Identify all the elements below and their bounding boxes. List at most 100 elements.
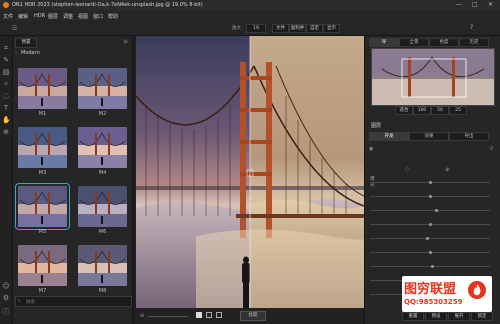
watermark: 图穷联盟 QQ:985303259 <box>402 276 492 312</box>
preset-label: M7 <box>38 288 47 294</box>
watermark-title: 图穷联盟 <box>404 282 457 297</box>
preset-label: M4 <box>98 170 107 176</box>
adjust-slider[interactable] <box>370 265 490 268</box>
tab-develop[interactable]: 开发 <box>369 132 409 141</box>
layers-section-label: 图层 <box>371 123 382 129</box>
minimize-button[interactable]: — <box>456 1 462 8</box>
retouch-tool-icon[interactable]: ✧ <box>2 80 10 88</box>
search-icon: ⌕ <box>18 298 21 304</box>
adjust-slider[interactable] <box>370 181 490 184</box>
zoom-tool-icon[interactable]: ⊕ <box>2 128 10 136</box>
view-button-1[interactable]: 文件 <box>272 24 289 33</box>
slider-knob[interactable] <box>428 223 432 226</box>
view-single-icon[interactable] <box>196 312 202 318</box>
preset-label: M1 <box>38 111 47 117</box>
preset-thumb-m7[interactable] <box>18 245 67 286</box>
adjust-slider[interactable] <box>370 195 490 198</box>
tab-navigator[interactable]: 导 <box>369 38 399 47</box>
adjust-slider[interactable] <box>370 223 490 226</box>
preset-thumb-m2[interactable] <box>78 68 127 109</box>
preset-thumb-m6[interactable] <box>78 186 127 227</box>
menu-layer[interactable]: 图层 <box>48 13 58 20</box>
lock-button[interactable]: 锁定 <box>471 312 493 321</box>
tab-panorama[interactable]: 全景 <box>399 38 429 47</box>
menu-adjust[interactable]: 调整 <box>63 13 73 20</box>
info-icon[interactable]: ⓘ <box>2 308 10 316</box>
tab-history[interactable]: 历史 <box>459 38 489 47</box>
title-bar: ON1 HDR 2023 (stephen-leonardi-Oa,k-7eN4… <box>0 0 500 10</box>
menu-file[interactable]: 文件 <box>3 13 13 20</box>
navigator-preview[interactable] <box>371 48 495 106</box>
menu-view[interactable]: 视图 <box>78 13 88 20</box>
flame-logo-icon <box>468 281 486 299</box>
nav-zoom-50[interactable]: 50 <box>431 106 449 115</box>
zoom-slider[interactable] <box>148 316 188 317</box>
hand-tool-icon[interactable]: ✋ <box>2 116 11 124</box>
adjust-slider[interactable] <box>370 209 490 212</box>
canvas-bottom-bar: ⊖ 比较 <box>136 308 364 324</box>
top-toolbar: ☰ 放大 19 文件 复制并 自定 显示 ? <box>0 21 500 36</box>
adjust-slider[interactable] <box>370 251 490 254</box>
compare-button[interactable]: 比较 <box>240 311 266 321</box>
erase-tool-icon[interactable]: ◌ <box>2 92 10 100</box>
text-tool-icon[interactable]: T <box>2 104 10 112</box>
view-sidebyside-icon[interactable] <box>216 312 222 318</box>
menu-window[interactable]: 窗口 <box>93 13 103 20</box>
nav-zoom-fit[interactable]: 适合 <box>395 106 413 115</box>
tool-strip: ⌗ ✎ ▧ ✧ ◌ T ✋ ⊕ ☺ ⚙ ⓘ <box>0 36 13 324</box>
reset-button[interactable]: 重置 <box>402 312 424 321</box>
view-split-icon[interactable] <box>206 312 212 318</box>
zoom-out-icon[interactable]: ⊖ <box>140 313 144 319</box>
preset-thumb-m3[interactable] <box>18 127 67 168</box>
menu-bar: 文件 编辑 HDR 图层 调整 视图 窗口 帮助 <box>0 10 500 21</box>
preset-tone-icon[interactable]: ◇ <box>405 166 410 173</box>
user-icon[interactable]: ☺ <box>2 282 10 290</box>
slider-knob[interactable] <box>428 195 432 198</box>
reset-icon[interactable]: ↺ <box>489 146 493 152</box>
settings-icon[interactable]: ⚙ <box>2 294 10 302</box>
preset-thumb-m8[interactable] <box>78 245 127 286</box>
help-icon[interactable]: ? <box>470 24 473 31</box>
tab-export[interactable]: 导出 <box>449 132 489 141</box>
view-button-3[interactable]: 自定 <box>306 24 323 33</box>
brush-tool-icon[interactable]: ✎ <box>2 56 10 64</box>
menu-edit[interactable]: 编辑 <box>18 13 28 20</box>
slider-knob[interactable] <box>434 209 438 212</box>
menu-hdr[interactable]: HDR <box>34 13 45 19</box>
preset-label: M6 <box>98 229 107 235</box>
presets-tab[interactable]: 预置 <box>15 38 37 48</box>
preset-color-icon[interactable]: ◈ <box>445 166 450 173</box>
zoom-select[interactable]: 19 <box>246 24 266 33</box>
slider-knob[interactable] <box>426 237 430 240</box>
maximize-button[interactable]: □ <box>472 1 478 8</box>
preset-button[interactable]: 预设 <box>425 312 447 321</box>
adjust-slider[interactable] <box>370 237 490 240</box>
view-button-4[interactable]: 显示 <box>323 24 340 33</box>
panel-menu-icon[interactable]: ≡ <box>123 38 128 45</box>
image-canvas[interactable] <box>136 36 364 308</box>
photo-bridge <box>136 36 364 308</box>
presets-panel: 预置 ≡ ‹ Modern M1 M2 M3 M4 M5 M6 M7 M8 ⌕ 搜索 <box>13 36 133 324</box>
preset-label: M5 <box>38 229 47 235</box>
nav-zoom-25[interactable]: 25 <box>449 106 467 115</box>
gradient-tool-icon[interactable]: ▧ <box>2 68 10 76</box>
slider-knob[interactable] <box>430 265 434 268</box>
tab-effects[interactable]: 效果 <box>409 132 449 141</box>
search-placeholder: 搜索 <box>26 300 35 305</box>
view-button-2[interactable]: 复制并 <box>289 24 306 33</box>
slider-knob[interactable] <box>428 251 432 254</box>
close-button[interactable]: ✕ <box>488 1 493 8</box>
expand-button[interactable]: 展开 <box>448 312 470 321</box>
panel-toggle-icon[interactable]: ☰ <box>12 25 17 32</box>
preset-thumb-m4[interactable] <box>78 127 127 168</box>
preset-thumb-m5[interactable] <box>15 183 70 230</box>
preset-label: M3 <box>38 170 47 176</box>
preset-search[interactable]: ⌕ 搜索 <box>15 296 132 307</box>
nav-zoom-100[interactable]: 100 <box>413 106 431 115</box>
crop-tool-icon[interactable]: ⌗ <box>2 44 10 52</box>
back-chevron-icon[interactable]: ‹ <box>15 50 17 56</box>
menu-help[interactable]: 帮助 <box>108 13 118 20</box>
slider-knob[interactable] <box>428 181 432 184</box>
tab-color[interactable]: 色度 <box>429 38 459 47</box>
preset-thumb-m1[interactable] <box>18 68 67 109</box>
